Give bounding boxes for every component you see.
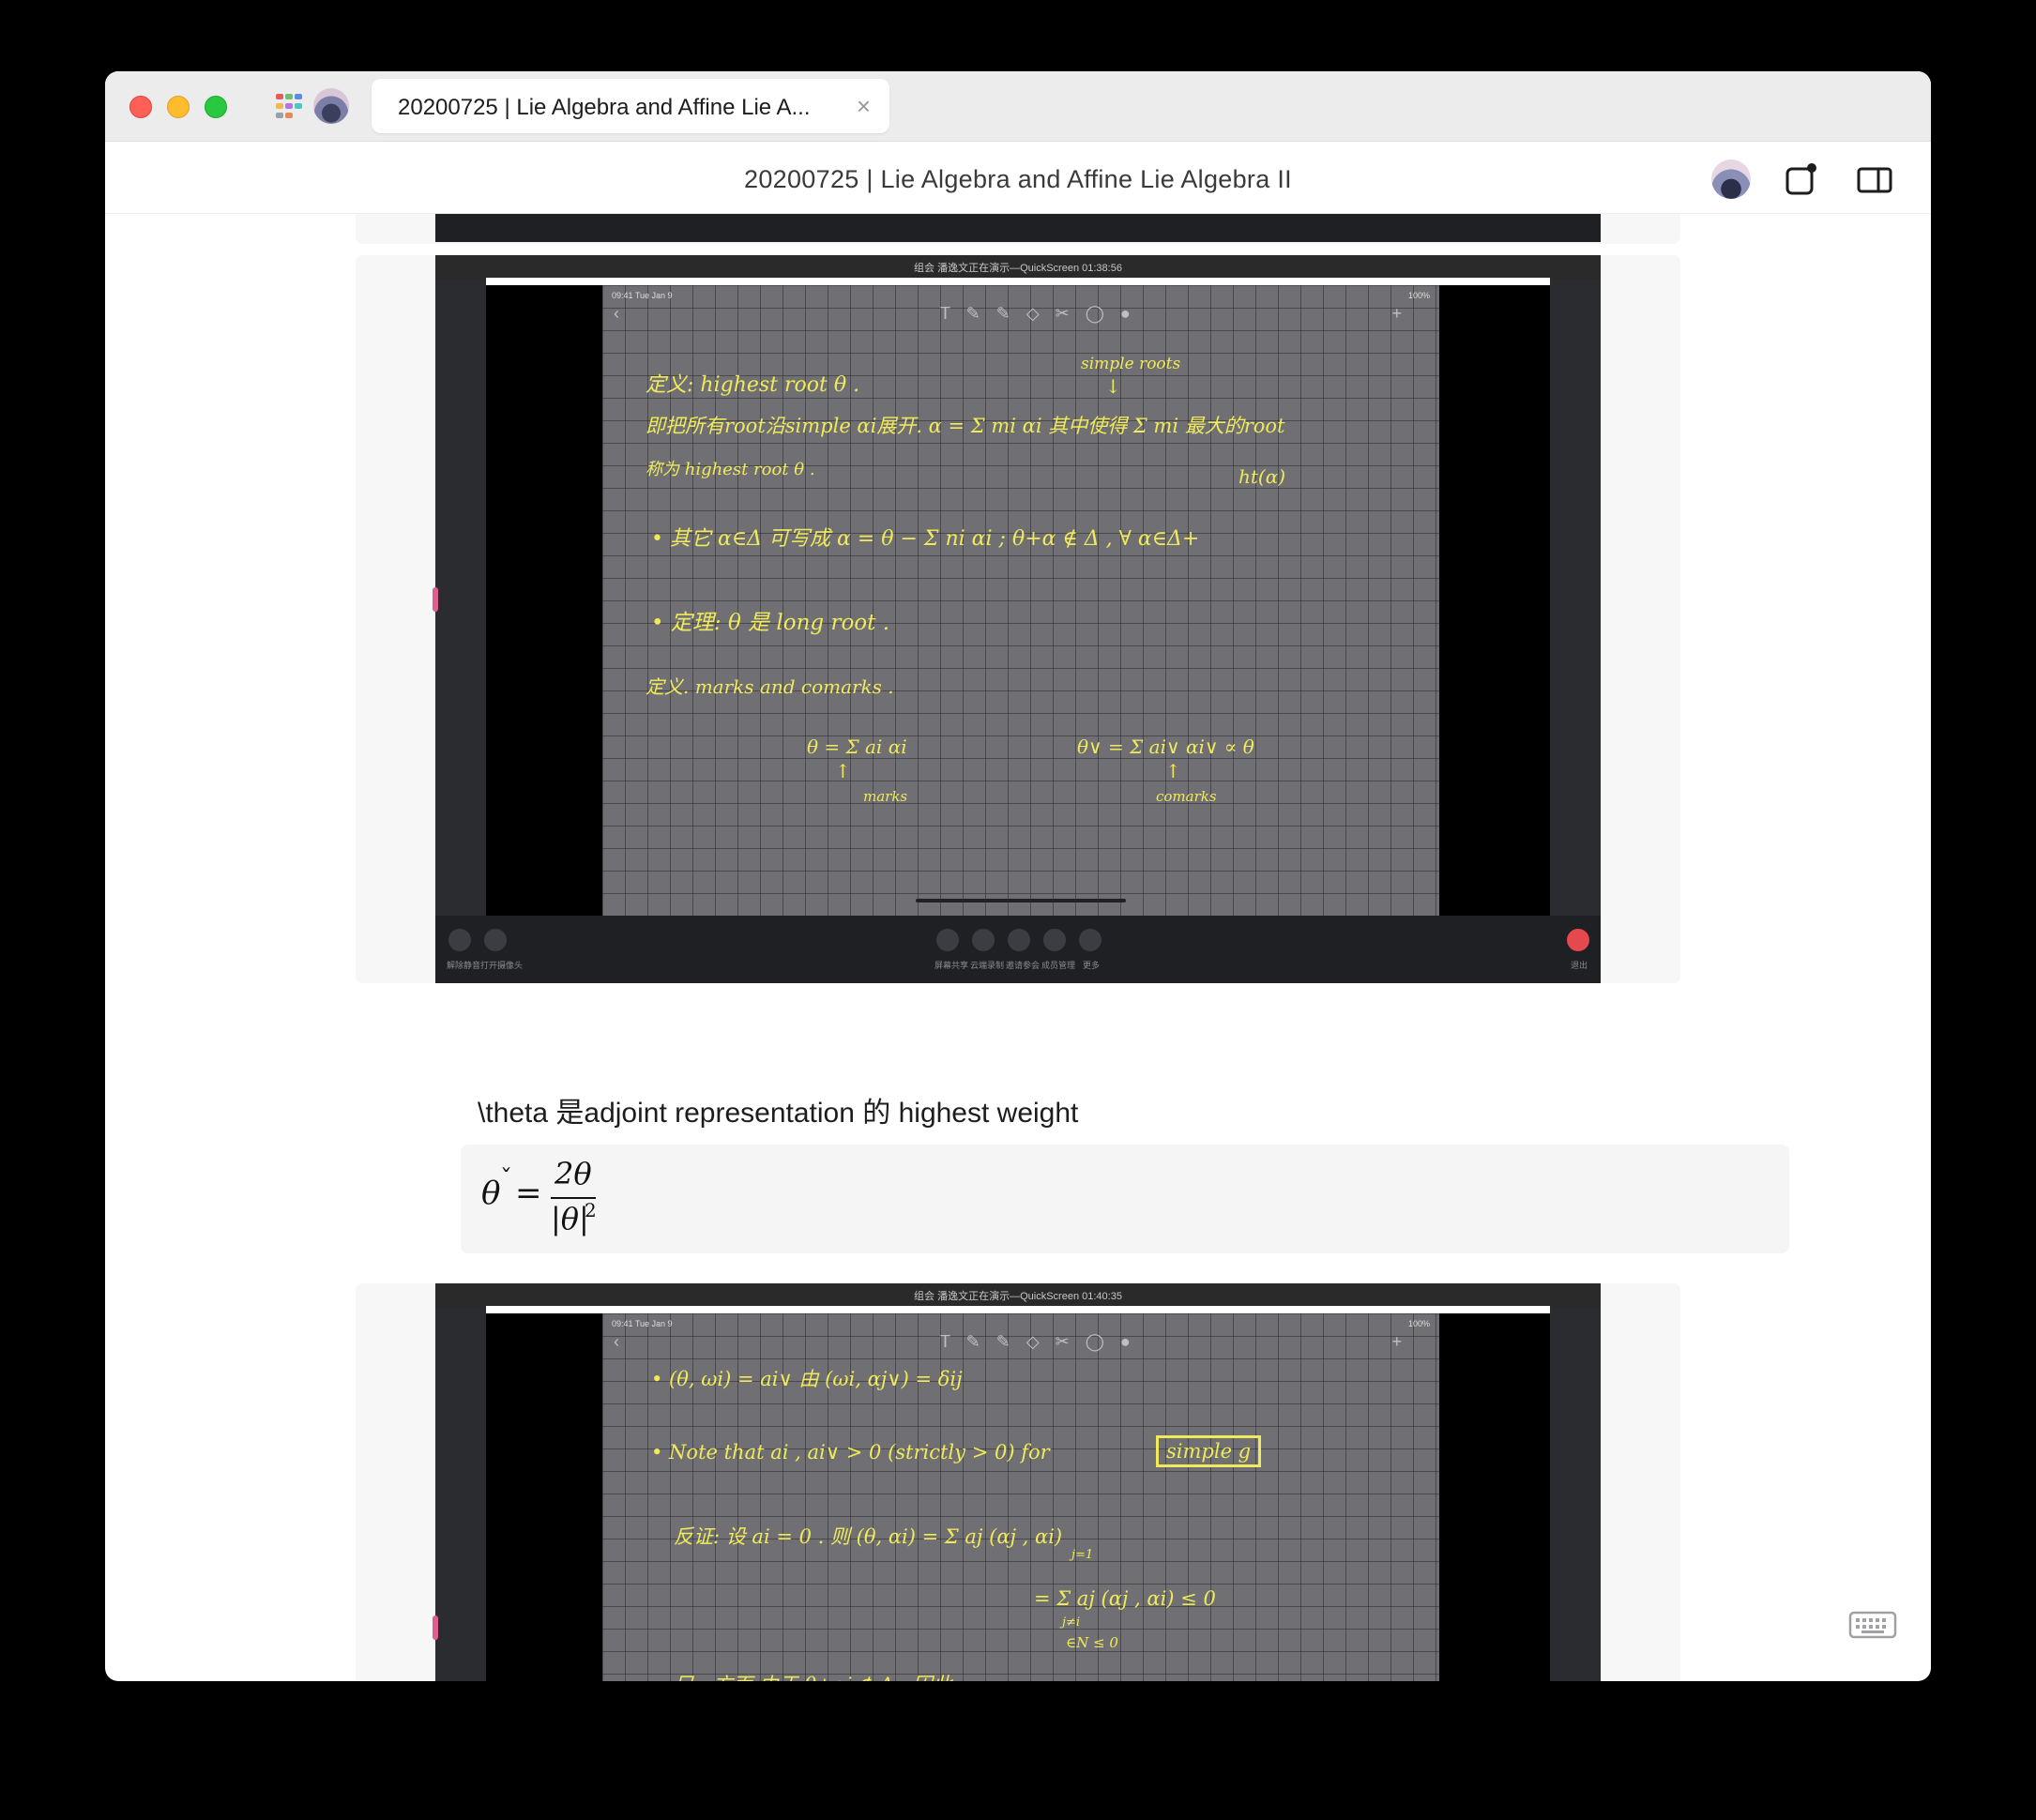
handwritten-line: 定义: highest root θ .: [646, 373, 860, 397]
image-resize-handle[interactable]: [433, 587, 438, 612]
tab-active-document[interactable]: 20200725 | Lie Algebra and Affine Lie A.…: [372, 79, 889, 133]
leave-meeting-icon: [1567, 929, 1589, 951]
handwritten-line: 反证: 设 ai = 0 . 则 (θ, αi) = Σ aj (αj , αi…: [674, 1525, 1063, 1548]
image-block[interactable]: 组会 潘逸文正在演示—QuickScreen 01:40:35 09:41 Tu…: [356, 1283, 1680, 1681]
avatar[interactable]: [313, 88, 349, 124]
back-icon: ‹: [614, 304, 619, 323]
add-page-icon: +: [1391, 1332, 1402, 1351]
screen-share-screenshot: 组会 潘逸文正在演示—QuickScreen 01:40:35 09:41 Tu…: [435, 1283, 1601, 1681]
record-icon: [972, 929, 995, 951]
document-title: 20200725 | Lie Algebra and Affine Lie Al…: [744, 165, 1292, 193]
tab-bar: 20200725 | Lie Algebra and Affine Lie A.…: [105, 71, 1931, 142]
math-equals: =: [515, 1175, 542, 1212]
control-label: 解除静音: [447, 961, 481, 970]
math-block[interactable]: θ ˇ = 2θ |θ| 2: [461, 1145, 1789, 1253]
tab-title: 20200725 | Lie Algebra and Affine Lie A.…: [398, 95, 811, 120]
boxed-note: simple g: [1156, 1435, 1262, 1467]
close-window-button[interactable]: [129, 96, 152, 118]
pen-tools-icon: T ✎ ✎ ◇ ✂ ◯ ●: [940, 304, 1136, 323]
sidebar-toggle-icon[interactable]: [1856, 161, 1893, 199]
screenshot-bottom-bar: [435, 214, 1601, 242]
notes-toolbar: 09:41 Tue Jan 9 100% ‹ T ✎ ✎ ◇ ✂ ◯ ● +: [602, 1313, 1439, 1358]
handwritten-line: θ = Σ ai αi: [807, 736, 907, 758]
control-label: 打开摄像头: [480, 961, 524, 970]
notes-board: 09:41 Tue Jan 9 100% ‹ T ✎ ✎ ◇ ✂ ◯ ● + •…: [602, 1313, 1439, 1681]
handwritten-line: 称为 highest root θ .: [646, 460, 815, 479]
ipad-status-time: 09:41 Tue Jan 9: [612, 291, 673, 300]
meeting-controls-bar: 解除静音 打开摄像头 屏幕共享 云端录制 邀请参会 成员管理 更多 退出: [435, 916, 1601, 983]
ipad-display: 09:41 Tue Jan 9 100% ‹ T ✎ ✎ ◇ ✂ ◯ ● + 定…: [486, 278, 1550, 916]
math-exponent: 2: [585, 1199, 597, 1221]
image-block[interactable]: 组会 潘逸文正在演示—QuickScreen 01:38:56 09:41 Tu…: [356, 255, 1680, 983]
control-label: 屏幕共享: [934, 961, 969, 970]
control-label: 云端录制: [970, 961, 1005, 970]
screen-titlebar: 组会 潘逸文正在演示—QuickScreen 01:40:35: [435, 1283, 1601, 1308]
handwritten-line: • 定理: θ 是 long root .: [651, 611, 890, 635]
handwritten-line: = Σ aj (αj , αi) ≤ 0: [1034, 1587, 1216, 1610]
handwritten-line: • (θ, ωi) = ai∨ 由 (ωi, αj∨) = δij: [651, 1368, 963, 1390]
invite-icon: [1008, 929, 1030, 951]
screen-share-screenshot: 组会 潘逸文正在演示—QuickScreen 01:38:56 09:41 Tu…: [435, 255, 1601, 983]
handwritten-line: ht(α): [1238, 465, 1286, 488]
pen-tools-icon: T ✎ ✎ ◇ ✂ ◯ ●: [940, 1332, 1136, 1351]
ipad-status-battery: 100%: [1407, 1319, 1430, 1328]
screen-titlebar: 组会 潘逸文正在演示—QuickScreen 01:38:56: [435, 255, 1601, 280]
ipad-display: 09:41 Tue Jan 9 100% ‹ T ✎ ✎ ◇ ✂ ◯ ● + •…: [486, 1306, 1550, 1681]
notes-board: 09:41 Tue Jan 9 100% ‹ T ✎ ✎ ◇ ✂ ◯ ● + 定…: [602, 285, 1439, 916]
handwritten-line: j=1: [1071, 1548, 1094, 1562]
close-tab-icon[interactable]: ×: [857, 92, 871, 121]
screen-share-icon: [936, 929, 959, 951]
handwritten-line: comarks: [1156, 788, 1217, 805]
screen-caption: 组会 潘逸文正在演示—QuickScreen 01:40:35: [914, 1291, 1122, 1302]
image-block[interactable]: [356, 214, 1680, 244]
control-label: 退出: [1571, 961, 1588, 970]
math-breve: ˇ: [500, 1165, 512, 1193]
arrow-down-icon: ↓: [1105, 375, 1121, 398]
add-page-icon: +: [1391, 304, 1402, 323]
math-denominator: |θ|: [551, 1201, 589, 1236]
camera-icon: [484, 929, 507, 951]
handwritten-line: marks: [863, 788, 908, 805]
notes-toolbar: 09:41 Tue Jan 9 100% ‹ T ✎ ✎ ◇ ✂ ◯ ● +: [602, 285, 1439, 330]
new-note-icon[interactable]: [1783, 161, 1820, 199]
image-resize-handle[interactable]: [433, 1615, 438, 1640]
handwritten-line: ∈N ≤ 0: [1066, 1634, 1118, 1651]
handwritten-line: 另一方面 由于 θ+αi ∉ Δ . 因此: [674, 1670, 952, 1681]
ipad-top-edge: [486, 1306, 1550, 1313]
home-indicator: [916, 899, 1126, 902]
handwritten-line: 即把所有root沿simple αi展开. α = Σ mi αi 其中使得 Σ…: [646, 415, 1285, 437]
handwritten-line: j≠i: [1062, 1615, 1081, 1630]
control-label: 成员管理: [1041, 961, 1076, 970]
arrow-up-icon: ↑: [1165, 760, 1181, 782]
ipad-status-battery: 100%: [1407, 291, 1430, 300]
document-content[interactable]: 组会 潘逸文正在演示—QuickScreen 01:38:56 09:41 Tu…: [105, 214, 1931, 1681]
control-label: 更多: [1083, 961, 1101, 970]
math-theta: θ: [481, 1175, 501, 1212]
back-icon: ‹: [614, 1332, 619, 1351]
members-icon: [1043, 929, 1066, 951]
handwritten-line: • 其它 α∈Δ 可写成 α = θ − Σ ni αi ; θ+α ∉ Δ ,…: [651, 527, 1200, 551]
tab-overview-icon[interactable]: [276, 90, 311, 122]
ipad-status-time: 09:41 Tue Jan 9: [612, 1319, 673, 1328]
handwritten-line: θ∨ = Σ ai∨ αi∨ ∝ θ: [1077, 736, 1254, 758]
handwritten-line: 定义. marks and comarks .: [646, 675, 894, 698]
screen-caption: 组会 潘逸文正在演示—QuickScreen 01:38:56: [914, 263, 1122, 274]
more-icon: [1079, 929, 1102, 951]
ipad-top-edge: [486, 278, 1550, 285]
minimize-window-button[interactable]: [167, 96, 190, 118]
app-window: 20200725 | Lie Algebra and Affine Lie A.…: [105, 71, 1931, 1681]
handwritten-line: • Note that ai , ai∨ > 0 (strictly > 0) …: [651, 1441, 1050, 1464]
mute-icon: [448, 929, 471, 951]
collaborator-avatar[interactable]: [1711, 159, 1751, 199]
control-label: 邀请参会: [1006, 961, 1041, 970]
zoom-window-button[interactable]: [205, 96, 227, 118]
math-numerator: 2θ: [555, 1156, 592, 1191]
arrow-up-icon: ↑: [835, 760, 851, 782]
text-paragraph[interactable]: \theta 是adjoint representation 的 highest…: [478, 1089, 1078, 1130]
handwritten-line: simple roots: [1081, 355, 1181, 373]
